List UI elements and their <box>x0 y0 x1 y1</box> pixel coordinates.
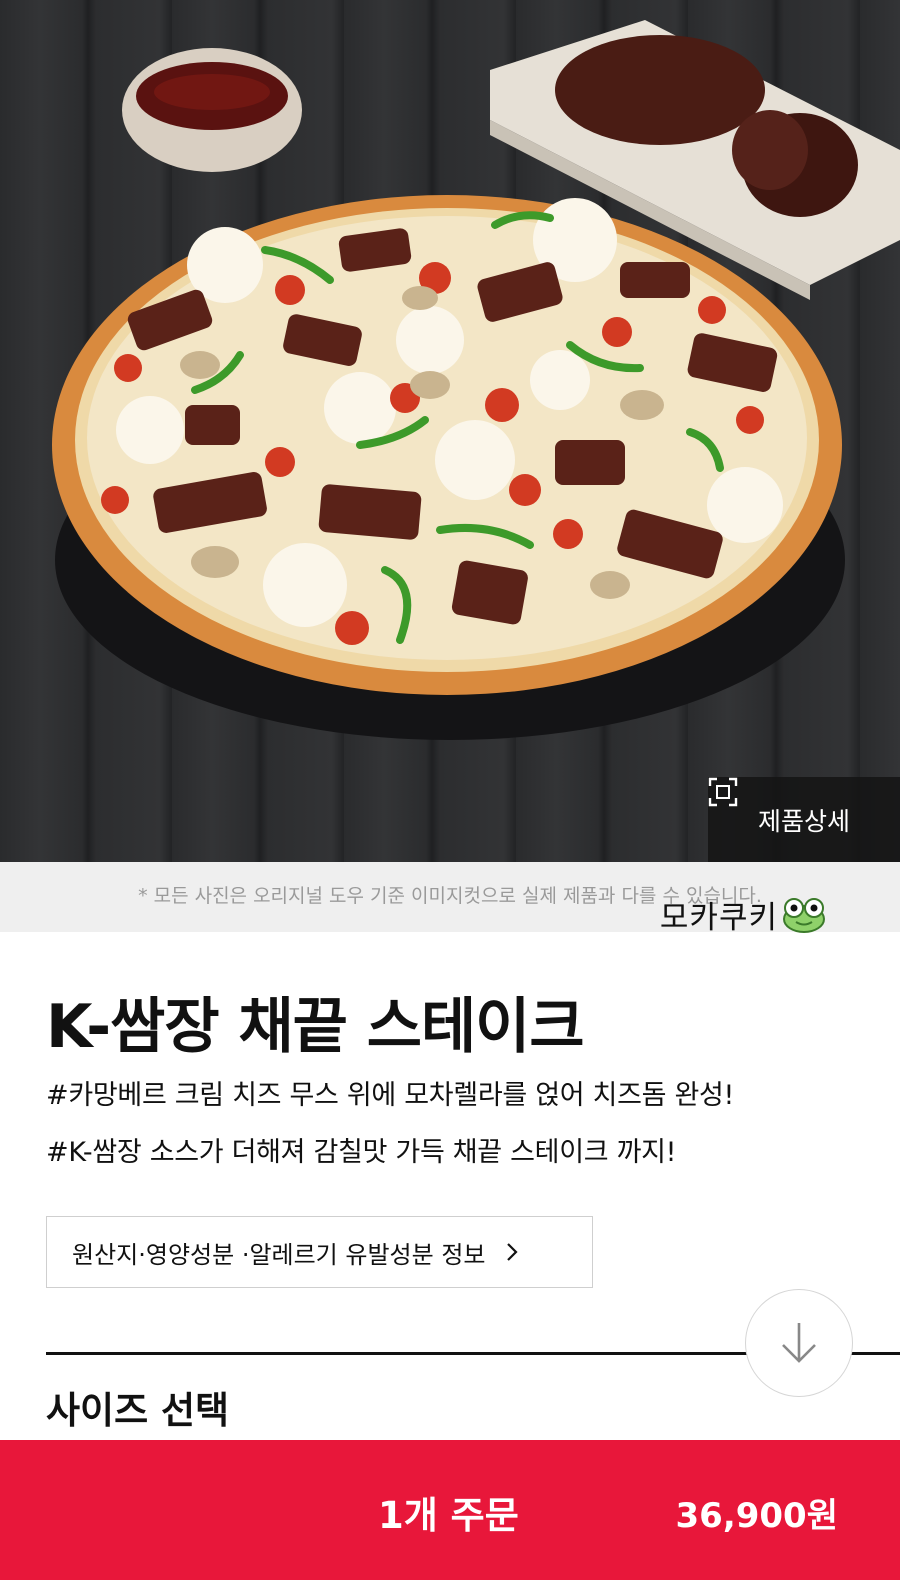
chevron-right-icon <box>506 1243 518 1261</box>
pizza-illustration <box>52 20 900 740</box>
watermark-text: 모카쿠키 <box>659 900 778 936</box>
product-description-line: #K-쌈장 소스가 더해져 감칠맛 가득 채끝 스테이크 까지! <box>46 1137 677 1168</box>
size-selection-heading: 사이즈 선택 <box>46 1389 230 1432</box>
order-button[interactable]: 1개 주문 36,900원 <box>0 1440 900 1580</box>
order-total-price: 36,900원 <box>675 1496 838 1536</box>
arrow-down-icon <box>782 1323 816 1363</box>
scroll-down-button[interactable] <box>745 1289 853 1397</box>
expand-frame-icon <box>708 777 738 807</box>
watermark: 모카쿠키 <box>660 892 826 937</box>
frog-icon <box>783 897 825 933</box>
info-button-label: 원산지·영양성분 ·알레르기 유발성분 정보 <box>72 1240 486 1269</box>
order-quantity-label: 1개 주문 <box>378 1494 519 1537</box>
product-detail-label: 제품상세 <box>757 806 850 836</box>
product-hero-image: 제품상세 <box>0 0 900 862</box>
product-title: K-쌈장 채끝 스테이크 <box>46 992 585 1062</box>
product-description-line: #카망베르 크림 치즈 무스 위에 모차렐라를 얹어 치즈돔 완성! <box>46 1080 735 1111</box>
origin-nutrition-allergy-info-button[interactable]: 원산지·영양성분 ·알레르기 유발성분 정보 <box>46 1216 593 1288</box>
product-detail-button[interactable]: 제품상세 <box>708 777 900 862</box>
